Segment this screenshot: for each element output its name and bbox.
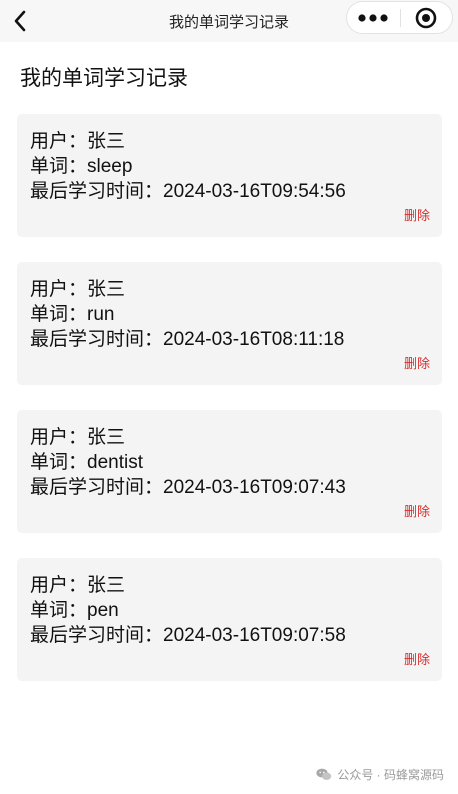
record-card: 用户：张三 单词：dentist 最后学习时间：2024-03-16T09:07…: [17, 410, 442, 533]
time-line: 最后学习时间：2024-03-16T08:11:18: [30, 327, 442, 352]
navigation-bar: 我的单词学习记录: [0, 0, 458, 42]
word-line: 单词：sleep: [30, 154, 442, 179]
time-line: 最后学习时间：2024-03-16T09:07:58: [30, 623, 442, 648]
wechat-icon: [316, 768, 332, 781]
user-value: 张三: [87, 131, 126, 152]
time-value: 2024-03-16T09:07:58: [163, 625, 346, 646]
record-list: 用户：张三 单词：sleep 最后学习时间：2024-03-16T09:54:5…: [17, 114, 442, 706]
word-label: 单词：: [30, 452, 88, 473]
more-dots-icon: [358, 13, 388, 22]
record-card: 用户：张三 单词：run 最后学习时间：2024-03-16T08:11:18 …: [17, 262, 442, 385]
word-label: 单词：: [30, 156, 88, 177]
watermark-text: 公众号 · 码蜂窝源码: [337, 768, 444, 782]
word-value: run: [87, 304, 115, 325]
more-button[interactable]: [347, 2, 400, 33]
user-label: 用户：: [30, 427, 88, 448]
delete-button[interactable]: 删除: [404, 501, 430, 520]
user-line: 用户：张三: [30, 277, 442, 302]
word-line: 单词：pen: [30, 598, 442, 623]
time-label: 最后学习时间：: [30, 625, 164, 646]
time-value: 2024-03-16T09:07:43: [163, 477, 346, 498]
user-label: 用户：: [30, 279, 88, 300]
target-circle-icon: [415, 7, 437, 28]
user-line: 用户：张三: [30, 425, 442, 450]
user-line: 用户：张三: [30, 573, 442, 598]
user-value: 张三: [87, 279, 126, 300]
time-line: 最后学习时间：2024-03-16T09:07:43: [30, 475, 442, 500]
word-label: 单词：: [30, 600, 88, 621]
word-value: dentist: [87, 452, 143, 473]
watermark: 公众号 · 码蜂窝源码: [316, 766, 444, 783]
time-value: 2024-03-16T09:54:56: [163, 181, 346, 202]
delete-button[interactable]: 删除: [404, 649, 430, 668]
delete-button[interactable]: 删除: [404, 353, 430, 372]
delete-button[interactable]: 删除: [404, 205, 430, 224]
user-value: 张三: [87, 427, 126, 448]
user-label: 用户：: [30, 575, 88, 596]
record-card: 用户：张三 单词：pen 最后学习时间：2024-03-16T09:07:58 …: [17, 558, 442, 681]
time-label: 最后学习时间：: [30, 329, 164, 350]
user-label: 用户：: [30, 131, 88, 152]
user-line: 用户：张三: [30, 129, 442, 154]
close-mini-program-button[interactable]: [400, 2, 452, 33]
page-title: 我的单词学习记录: [20, 67, 188, 90]
time-label: 最后学习时间：: [30, 181, 164, 202]
time-line: 最后学习时间：2024-03-16T09:54:56: [30, 179, 442, 204]
user-value: 张三: [87, 575, 126, 596]
time-value: 2024-03-16T08:11:18: [163, 329, 345, 350]
mini-program-capsule: [346, 1, 453, 34]
time-label: 最后学习时间：: [30, 477, 164, 498]
word-value: pen: [87, 600, 119, 621]
word-line: 单词：dentist: [30, 450, 442, 475]
record-card: 用户：张三 单词：sleep 最后学习时间：2024-03-16T09:54:5…: [17, 114, 442, 237]
word-label: 单词：: [30, 304, 88, 325]
word-value: sleep: [87, 156, 133, 177]
word-line: 单词：run: [30, 302, 442, 327]
